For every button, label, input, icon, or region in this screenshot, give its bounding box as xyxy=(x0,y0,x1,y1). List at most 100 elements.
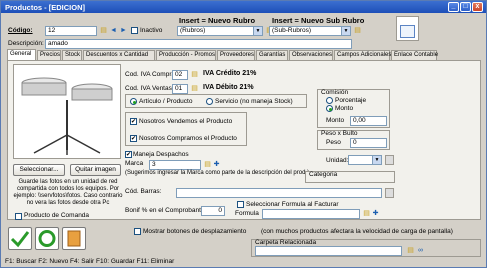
tab-campos-adicionales[interactable]: Campos Adicionales xyxy=(334,50,391,60)
chevron-down-icon: ▼ xyxy=(341,27,350,35)
unidad-button[interactable] xyxy=(385,155,394,165)
product-image xyxy=(13,64,121,159)
comanda-checkbox[interactable] xyxy=(15,213,22,220)
marca-add-icon[interactable]: ✚ xyxy=(212,160,221,169)
formula-checkbox[interactable] xyxy=(237,201,244,208)
checkmark-icon xyxy=(10,231,30,248)
vendemos-label: Nosotros Vendemos el Producto xyxy=(139,118,233,125)
inactivo-checkbox[interactable] xyxy=(131,27,138,34)
peso-groupbox: Peso x Bulto Peso 0 xyxy=(317,130,390,150)
maneja-despachos-checkbox[interactable]: ✔ xyxy=(125,151,132,158)
rubro-select[interactable]: (Rubros) ▼ xyxy=(177,26,263,36)
marca-label: Marca xyxy=(125,160,144,167)
subrubro-select[interactable]: (Sub-Rubros) ▼ xyxy=(269,26,351,36)
formula-folder-icon[interactable]: ▤ xyxy=(362,209,371,218)
marca-folder-icon[interactable]: ▤ xyxy=(203,160,212,169)
chevron-down-icon: ▼ xyxy=(372,156,381,164)
peso-field[interactable]: 0 xyxy=(350,138,387,148)
maneja-despachos-label: Maneja Despachos xyxy=(133,151,189,158)
iva-compras-folder-icon[interactable]: ▤ xyxy=(190,70,199,79)
subrubro-folder-icon[interactable]: ▤ xyxy=(353,26,362,35)
exit-door-icon xyxy=(67,230,81,247)
vendemos-checkbox[interactable]: ✔ xyxy=(130,118,137,125)
tab-general[interactable]: General xyxy=(7,49,36,60)
desplazamiento-checkbox[interactable] xyxy=(134,228,141,235)
marca-hint: (Sugerimos ingresar la Marca como parte … xyxy=(125,170,310,176)
tab-enlace-contable[interactable]: Enlace Contable xyxy=(391,50,438,60)
marca-field[interactable]: 3 xyxy=(149,160,201,170)
refresh-icon xyxy=(38,230,56,247)
document-icon[interactable] xyxy=(396,16,419,41)
compra-venta-groupbox: ✔ Nosotros Vendemos el Producto ✔ Nosotr… xyxy=(125,112,247,146)
peso-label: Peso xyxy=(326,139,341,146)
codigo-field[interactable]: 12 xyxy=(45,26,97,36)
tab-precios[interactable]: Precios xyxy=(37,50,61,60)
subrubro-label: Insert = Nuevo Sub Rubro xyxy=(272,16,365,25)
articulo-label: Artículo / Producto xyxy=(139,98,193,105)
comision-groupbox: Comisión Porcentaje Monto Monto 0,00 xyxy=(317,89,390,128)
descripcion-field[interactable]: amado xyxy=(45,39,352,49)
status-bar: F1: Buscar F2: Nuevo F4: Salir F10: Guar… xyxy=(5,258,175,265)
binoculars-icon[interactable]: ∞ xyxy=(416,246,425,255)
iva-compras-desc: IVA Crédito 21% xyxy=(203,70,257,77)
inactivo-label: Inactivo xyxy=(140,27,163,34)
articulo-radio[interactable] xyxy=(130,98,137,105)
iva-compras-field[interactable]: 02 xyxy=(172,70,188,80)
iva-ventas-folder-icon[interactable]: ▤ xyxy=(190,84,199,93)
quitar-imagen-button[interactable]: Quitar imagen xyxy=(70,164,121,176)
tab-observaciones[interactable]: Observaciones xyxy=(289,50,333,60)
refresh-button[interactable] xyxy=(35,227,59,250)
monto-field[interactable]: 0,00 xyxy=(350,116,387,126)
carpeta-label: Carpeta Relacionada xyxy=(255,239,317,246)
iva-ventas-desc: IVA Débito 21% xyxy=(203,84,254,91)
chevron-down-icon: ▼ xyxy=(253,27,262,35)
close-button[interactable]: x xyxy=(472,2,483,12)
carpeta-groupbox: Carpeta Relacionada ▤ ∞ xyxy=(251,239,481,257)
tab-proveedores[interactable]: Proveedores xyxy=(217,50,255,60)
cod-barras-field[interactable] xyxy=(176,188,382,198)
unidad-select[interactable]: ▼ xyxy=(348,155,382,165)
comanda-label: Producto de Comanda xyxy=(24,212,90,219)
tab-produccion[interactable]: Producción - Promos xyxy=(156,50,216,60)
servicio-radio[interactable] xyxy=(206,98,213,105)
formula-field[interactable] xyxy=(262,209,360,219)
descripcion-label: Descripción: xyxy=(8,40,44,47)
compramos-checkbox[interactable]: ✔ xyxy=(130,135,137,142)
minimize-button[interactable]: _ xyxy=(448,2,459,12)
carpeta-field[interactable] xyxy=(255,246,402,256)
cod-barras-button[interactable] xyxy=(385,188,394,198)
seleccionar-button[interactable]: Seleccionar... xyxy=(13,164,65,176)
formula-label: Formula xyxy=(235,210,259,217)
monto-radio[interactable] xyxy=(326,105,333,112)
formula-add-icon[interactable]: ✚ xyxy=(371,209,380,218)
categoria-title: Categoria xyxy=(309,171,338,178)
unidad-label: Unidad: xyxy=(326,157,349,164)
general-panel: Seleccionar... Quitar imagen Guarde las … xyxy=(7,60,481,220)
exit-button[interactable] xyxy=(62,227,86,250)
desplazamiento-note: (con muchos productos afectara la veloci… xyxy=(261,228,453,235)
tab-garantias[interactable]: Garantías xyxy=(256,50,288,60)
formula-check-label: Seleccionar Formula al Facturar xyxy=(246,201,339,208)
bonif-label: Bonif % en el Comprobante xyxy=(125,207,205,214)
bonif-field[interactable]: 0 xyxy=(201,206,225,216)
photo-note: Guarde las fotos en un unidad de red com… xyxy=(13,179,123,206)
porcentaje-label: Porcentaje xyxy=(335,97,367,104)
productos-window: Productos - [EDICION] _ □ x Código: 12 ▤… xyxy=(0,0,487,268)
rubro-label: Insert = Nuevo Rubro xyxy=(179,16,256,25)
folder-search-icon[interactable]: ▤ xyxy=(99,26,108,35)
prev-arrow-icon[interactable]: ◄ xyxy=(109,26,118,35)
desplazamiento-label: Mostrar botones de desplazamiento xyxy=(143,228,247,235)
comision-title: Comisión xyxy=(321,89,349,96)
compramos-label: Nosotros Compramos el Producto xyxy=(139,135,237,142)
monto-label: Monto xyxy=(326,117,345,124)
next-arrow-icon[interactable]: ► xyxy=(119,26,128,35)
confirm-button[interactable] xyxy=(8,227,32,250)
tab-stock[interactable]: Stock xyxy=(62,50,82,60)
carpeta-folder-icon[interactable]: ▤ xyxy=(406,246,415,255)
tab-descuentos[interactable]: Descuentos x Cantidad xyxy=(83,50,155,60)
iva-ventas-field[interactable]: 01 xyxy=(172,84,188,94)
porcentaje-radio[interactable] xyxy=(326,97,333,104)
maximize-button[interactable]: □ xyxy=(460,2,471,12)
iva-compras-label: Cod. IVA Compras xyxy=(125,71,179,78)
monto-radio-label: Monto xyxy=(335,105,354,112)
